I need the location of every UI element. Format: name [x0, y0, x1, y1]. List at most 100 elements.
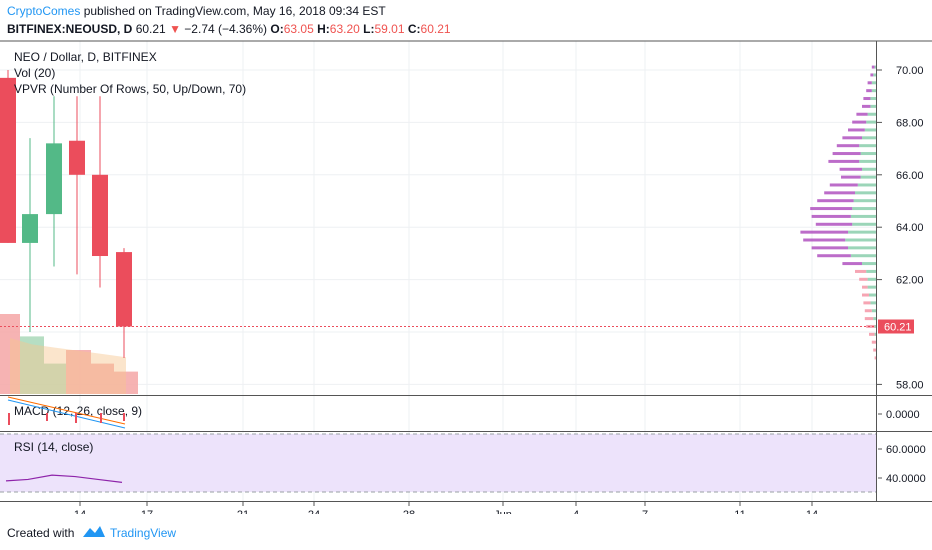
volume-legend: Vol (20) — [14, 66, 55, 80]
vpvr-up-bar — [874, 65, 876, 69]
vpvr-up-bar — [862, 262, 876, 266]
vpvr-up-bar — [848, 230, 876, 234]
vpvr-up-bar — [867, 285, 876, 289]
vpvr-up-bar — [859, 144, 876, 148]
vpvr-up-bar — [870, 104, 876, 108]
vpvr-down-bar — [871, 65, 875, 69]
vpvr-up-bar — [857, 183, 876, 187]
candle-body — [92, 174, 108, 257]
rsi-tick-40: 40.0000 — [886, 473, 926, 485]
vpvr-up-bar — [867, 112, 876, 116]
vpvr-up-bar — [862, 167, 876, 171]
vpvr-up-bar — [866, 269, 876, 273]
volume-ma-area — [10, 338, 126, 394]
vpvr-up-bar — [848, 246, 876, 250]
vpvr-up-bar — [864, 128, 876, 132]
macd-histogram-bar — [100, 413, 102, 423]
vpvr-down-bar — [864, 309, 872, 313]
tradingview-logo-icon — [83, 526, 105, 537]
vpvr-down-bar — [852, 120, 867, 124]
candle-body — [0, 77, 16, 243]
price-tick-label: 66.00 — [896, 170, 924, 182]
vpvr-down-bar — [873, 348, 876, 352]
vpvr-up-bar — [860, 175, 876, 179]
vpvr-down-bar — [870, 73, 874, 77]
candle-body — [46, 143, 62, 215]
candle-body — [22, 214, 38, 243]
vpvr-down-bar — [862, 285, 868, 289]
price-change: −2.74 (−4.36%) — [184, 22, 268, 36]
macd-pane: MACD (12, 26, close, 9) 0.0000 — [7, 396, 920, 429]
chart-title: NEO / Dollar, D, BITFINEX — [14, 50, 157, 64]
vpvr-up-bar — [850, 254, 876, 258]
created-with-text: Created with — [7, 526, 75, 540]
vpvr-down-bar — [862, 104, 871, 108]
vpvr-up-bar — [869, 293, 876, 297]
vpvr-up-bar — [867, 277, 876, 281]
vpvr-down-bar — [832, 152, 861, 156]
high-value: 63.20 — [329, 22, 360, 36]
vpvr-up-bar — [870, 301, 876, 305]
macd-histogram-bar — [123, 413, 125, 421]
vpvr-down-bar — [817, 254, 851, 258]
last-price: 60.21 — [135, 22, 166, 36]
published-text: published on TradingView.com, May 16, 20… — [83, 4, 386, 18]
rsi-tick-60: 60.0000 — [886, 444, 926, 456]
vpvr-up-bar — [860, 152, 876, 156]
rsi-label: RSI (14, close) — [14, 440, 93, 454]
price-tick-label: 62.00 — [896, 275, 924, 287]
price-tick-label: 64.00 — [896, 222, 924, 234]
price-axis[interactable]: 70.00 68.00 66.00 64.00 62.00 58.00 — [877, 65, 924, 391]
vpvr-down-bar — [869, 332, 875, 336]
vpvr-up-bar — [862, 136, 876, 140]
vpvr-down-bar — [848, 128, 865, 132]
rsi-pane: RSI (14, close) 60.0000 40.0000 — [0, 433, 926, 493]
macd-tick-0: 0.0000 — [886, 409, 920, 421]
vpvr-up-bar — [850, 214, 876, 218]
vpvr-down-bar — [856, 112, 868, 116]
vpvr-up-bar — [853, 199, 876, 203]
vpvr-down-bar — [866, 89, 872, 93]
vpvr-down-bar — [829, 183, 858, 187]
vpvr-up-bar — [871, 81, 876, 85]
vpvr-up-bar — [855, 191, 876, 195]
candle-body — [69, 140, 85, 175]
vpvr-down-bar — [841, 175, 861, 179]
macd-histogram-bar — [46, 413, 48, 421]
close-label: C: — [407, 22, 421, 36]
vpvr-down-bar — [863, 97, 871, 101]
vpvr-up-bar — [871, 89, 876, 93]
low-value: 59.01 — [374, 22, 405, 36]
tradingview-brand[interactable]: TradingView — [110, 526, 176, 540]
down-arrow-icon: ▼ — [169, 22, 181, 36]
chart-header: CryptoComes published on TradingView.com… — [0, 0, 932, 40]
time-axis[interactable]: 1417212428Jun471114 — [74, 501, 818, 514]
vpvr-up-bar — [871, 309, 876, 313]
price-tick-label: 58.00 — [896, 379, 924, 391]
vpvr-down-bar — [839, 167, 862, 171]
vpvr-up-bar — [852, 207, 876, 211]
vpvr-up-bar — [874, 332, 876, 336]
vpvr-down-bar — [871, 340, 876, 344]
vpvr-down-bar — [842, 262, 862, 266]
vpvr-down-bar — [836, 144, 860, 148]
last-price-badge-label: 60.21 — [884, 321, 912, 333]
price-tick-label: 68.00 — [896, 117, 924, 129]
vpvr-down-bar — [817, 199, 854, 203]
rsi-band — [0, 434, 876, 492]
vpvr-down-bar — [803, 238, 846, 242]
vpvr-down-bar — [828, 159, 860, 163]
vpvr-down-bar — [855, 269, 867, 273]
vpvr-down-bar — [810, 207, 853, 211]
publish-line: CryptoComes published on TradingView.com… — [7, 4, 386, 18]
macd-histogram-bar — [8, 413, 10, 425]
close-value: 60.21 — [420, 22, 451, 36]
vpvr-down-bar — [811, 214, 851, 218]
chart-area[interactable]: NEO / Dollar, D, BITFINEX Vol (20) VPVR … — [0, 40, 932, 514]
vpvr-up-bar — [859, 159, 876, 163]
vpvr-up-bar — [873, 73, 876, 77]
high-label: H: — [317, 22, 330, 36]
symbol-line: BITFINEX:NEOUSD, D 60.21 ▼ −2.74 (−4.36%… — [7, 22, 451, 36]
author-link[interactable]: CryptoComes — [7, 4, 80, 18]
vpvr-up-bar — [874, 324, 876, 328]
